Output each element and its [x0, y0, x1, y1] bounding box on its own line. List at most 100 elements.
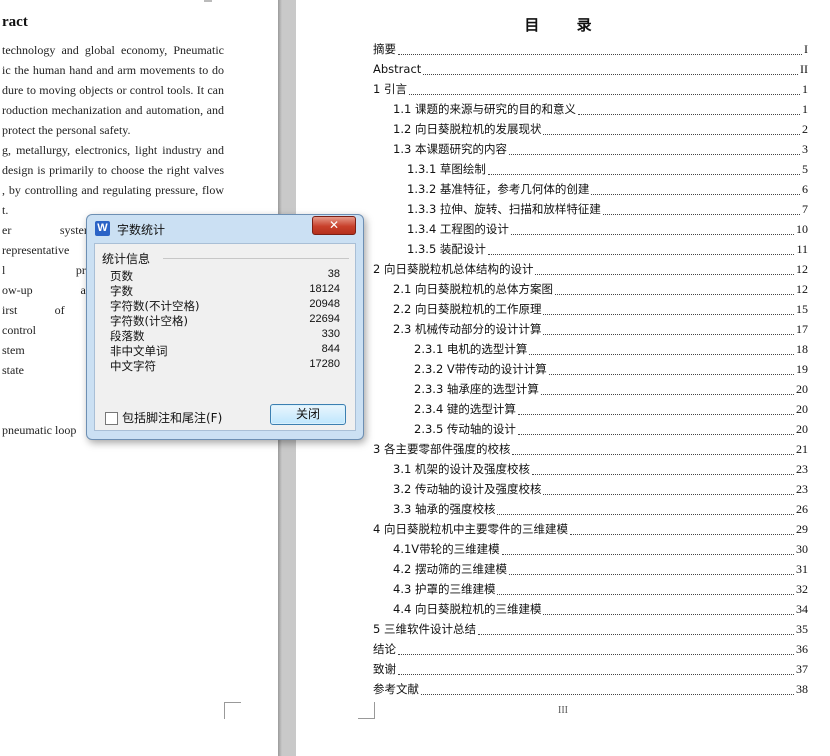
toc-entry[interactable]: 摘要 I: [373, 39, 808, 59]
toc-entry-label: 2.2 向日葵脱粒机的工作原理: [393, 302, 542, 316]
toc-leader-dots: [543, 304, 794, 315]
toc-leader-dots: [535, 264, 794, 275]
toc-entry[interactable]: 5 三维软件设计总结 35: [373, 619, 808, 639]
toc-entry-label: 2.3.3 轴承座的选型计算: [414, 382, 539, 396]
toc-entry-label: 结论: [373, 642, 396, 656]
toc-entry[interactable]: 致谢 37: [373, 659, 808, 679]
toc-entry[interactable]: 3 各主要零部件强度的校核 21: [373, 439, 808, 459]
abstract-line: dure to moving objects or control tools.…: [2, 83, 224, 97]
toc-entry[interactable]: 1.3.3 拉伸、旋转、扫描和放样特征建 7: [407, 199, 808, 219]
toc-entry[interactable]: 2 向日葵脱粒机总体结构的设计 12: [373, 259, 808, 279]
toc-entry-page: I: [804, 41, 808, 56]
toc-entry[interactable]: 参考文献 38: [373, 679, 808, 699]
toc-entry[interactable]: 1.1 课题的来源与研究的目的和意义 1: [393, 99, 808, 119]
toc-leader-dots: [529, 344, 794, 355]
toc-entry[interactable]: 1 引言 1: [373, 79, 808, 99]
toc-entry-page: 20: [796, 381, 808, 396]
toc-entry-label: 1.3.4 工程图的设计: [407, 222, 509, 236]
statistics-group-label: 统计信息: [102, 252, 151, 266]
abstract-line: technology and global economy, Pneumatic: [2, 43, 224, 57]
close-button[interactable]: 关闭: [270, 404, 346, 425]
toc-entry-label: 3.2 传动轴的设计及强度校核: [393, 482, 542, 496]
toc-entry[interactable]: 3.1 机架的设计及强度校核 23: [393, 459, 808, 479]
toc-entry[interactable]: 4.3 护罩的三维建模 32: [393, 579, 808, 599]
statistic-row: 非中文单词 844: [110, 343, 340, 359]
toc-entry[interactable]: 2.3.3 轴承座的选型计算 20: [414, 379, 808, 399]
statistic-row: 字数 18124: [110, 283, 340, 299]
statistic-name: 字符数(不计空格): [110, 299, 200, 313]
toc-entry[interactable]: 1.3.5 装配设计 11: [407, 239, 808, 259]
toc-entry[interactable]: 3.3 轴承的强度校核 26: [393, 499, 808, 519]
toc-entry-page: 35: [796, 621, 808, 636]
toc-entry-label: 2.3.5 传动轴的设计: [414, 422, 516, 436]
statistic-name: 段落数: [110, 329, 145, 343]
toc-entry-label: 1.1 课题的来源与研究的目的和意义: [393, 102, 576, 116]
toc-entry-page: 6: [802, 181, 808, 196]
abstract-line: g, metallurgy, electronics, light indust…: [2, 143, 224, 157]
toc-entry-label: 1 引言: [373, 82, 407, 96]
dialog-titlebar[interactable]: W 字数统计 ✕: [87, 215, 363, 241]
toc-entry-page: 5: [802, 161, 808, 176]
toc-leader-dots: [398, 664, 794, 675]
statistic-value: 38: [327, 268, 340, 280]
toc-entry[interactable]: 1.3 本课题研究的内容 3: [393, 139, 808, 159]
toc-entry-label: 2.3.1 电机的选型计算: [414, 342, 528, 356]
toc-entry-page: 1: [802, 101, 808, 116]
toc-entry[interactable]: 2.3.1 电机的选型计算 18: [414, 339, 808, 359]
toc-entry-label: 1.2 向日葵脱粒机的发展现状: [393, 122, 542, 136]
toc-entry[interactable]: 1.2 向日葵脱粒机的发展现状 2: [393, 119, 808, 139]
toc-entry-page: 38: [796, 681, 808, 696]
toc-entry[interactable]: 4.1V带轮的三维建模 30: [393, 539, 808, 559]
toc-entry[interactable]: 1.3.2 基准特征，参考几何体的创建 6: [407, 179, 808, 199]
toc-entry[interactable]: 2.3.4 键的选型计算 20: [414, 399, 808, 419]
toc-leader-dots: [531, 464, 794, 475]
toc-leader-dots: [497, 504, 794, 515]
toc-entry[interactable]: 2.3.2 V带传动的设计计算 19: [414, 359, 808, 379]
toc-leader-dots: [543, 124, 800, 135]
toc-entry[interactable]: 1.3.4 工程图的设计 10: [407, 219, 808, 239]
toc-entry[interactable]: 3.2 传动轴的设计及强度校核 23: [393, 479, 808, 499]
statistic-value: 20948: [309, 298, 340, 310]
word-count-dialog: W 字数统计 ✕ 统计信息 页数 38 字数 18124 字符数(不计空格) 20948 字…: [86, 214, 364, 440]
include-footnotes-label[interactable]: 包括脚注和尾注(F): [122, 409, 222, 426]
toc-entry[interactable]: Abstract II: [373, 59, 808, 79]
toc-title: 目 录: [524, 16, 608, 34]
toc-entry-label: 3.1 机架的设计及强度校核: [393, 462, 530, 476]
toc-entry-page: 10: [796, 221, 808, 236]
toc-entry-page: 36: [796, 641, 808, 656]
include-footnotes-checkbox[interactable]: [105, 412, 118, 425]
toc-entry[interactable]: 4 向日葵脱粒机中主要零件的三维建模 29: [373, 519, 808, 539]
toc-entry-page: 34: [796, 601, 808, 616]
toc-entry-page: 17: [796, 321, 808, 336]
toc-entry-page: 32: [796, 581, 808, 596]
toc-leader-dots: [543, 604, 794, 615]
toc-leader-dots: [510, 224, 794, 235]
toc-entry[interactable]: 2.3.5 传动轴的设计 20: [414, 419, 808, 439]
abstract-line: ic the human hand and arm movements to d…: [2, 63, 224, 77]
toc-entry[interactable]: 4.2 摆动筛的三维建模 31: [393, 559, 808, 579]
toc-entry-label: 2.3.2 V带传动的设计计算: [414, 362, 547, 376]
toc-entry[interactable]: 1.3.1 草图绘制 5: [407, 159, 808, 179]
toc-entry-page: 7: [802, 201, 808, 216]
close-icon[interactable]: ✕: [312, 216, 356, 235]
toc-entry[interactable]: 2.3 机械传动部分的设计计算 17: [393, 319, 808, 339]
statistic-name: 中文字符: [110, 359, 156, 373]
toc-entry[interactable]: 2.2 向日葵脱粒机的工作原理 15: [393, 299, 808, 319]
toc-leader-dots: [517, 424, 794, 435]
toc-entry[interactable]: 4.4 向日葵脱粒机的三维建模 34: [393, 599, 808, 619]
toc-entry[interactable]: 2.1 向日葵脱粒机的总体方案图 12: [393, 279, 808, 299]
toc-leader-dots: [591, 184, 800, 195]
toc-entry-page: 11: [796, 241, 808, 256]
toc-entry-label: 1.3.2 基准特征，参考几何体的创建: [407, 182, 590, 196]
toc-entry[interactable]: 结论 36: [373, 639, 808, 659]
toc-entry-label: 致谢: [373, 662, 396, 676]
statistic-value: 18124: [309, 283, 340, 295]
toc-entry-label: 4.2 摆动筛的三维建模: [393, 562, 507, 576]
toc-leader-dots: [517, 404, 794, 415]
toc-entry-label: 4.3 护罩的三维建模: [393, 582, 496, 596]
toc-leader-dots: [543, 324, 794, 335]
toc-entry-label: 2 向日葵脱粒机总体结构的设计: [373, 262, 534, 276]
toc-entry-label: 1.3.5 装配设计: [407, 242, 486, 256]
toc-entry-page: 12: [796, 281, 808, 296]
toc-entry-label: 2.1 向日葵脱粒机的总体方案图: [393, 282, 553, 296]
